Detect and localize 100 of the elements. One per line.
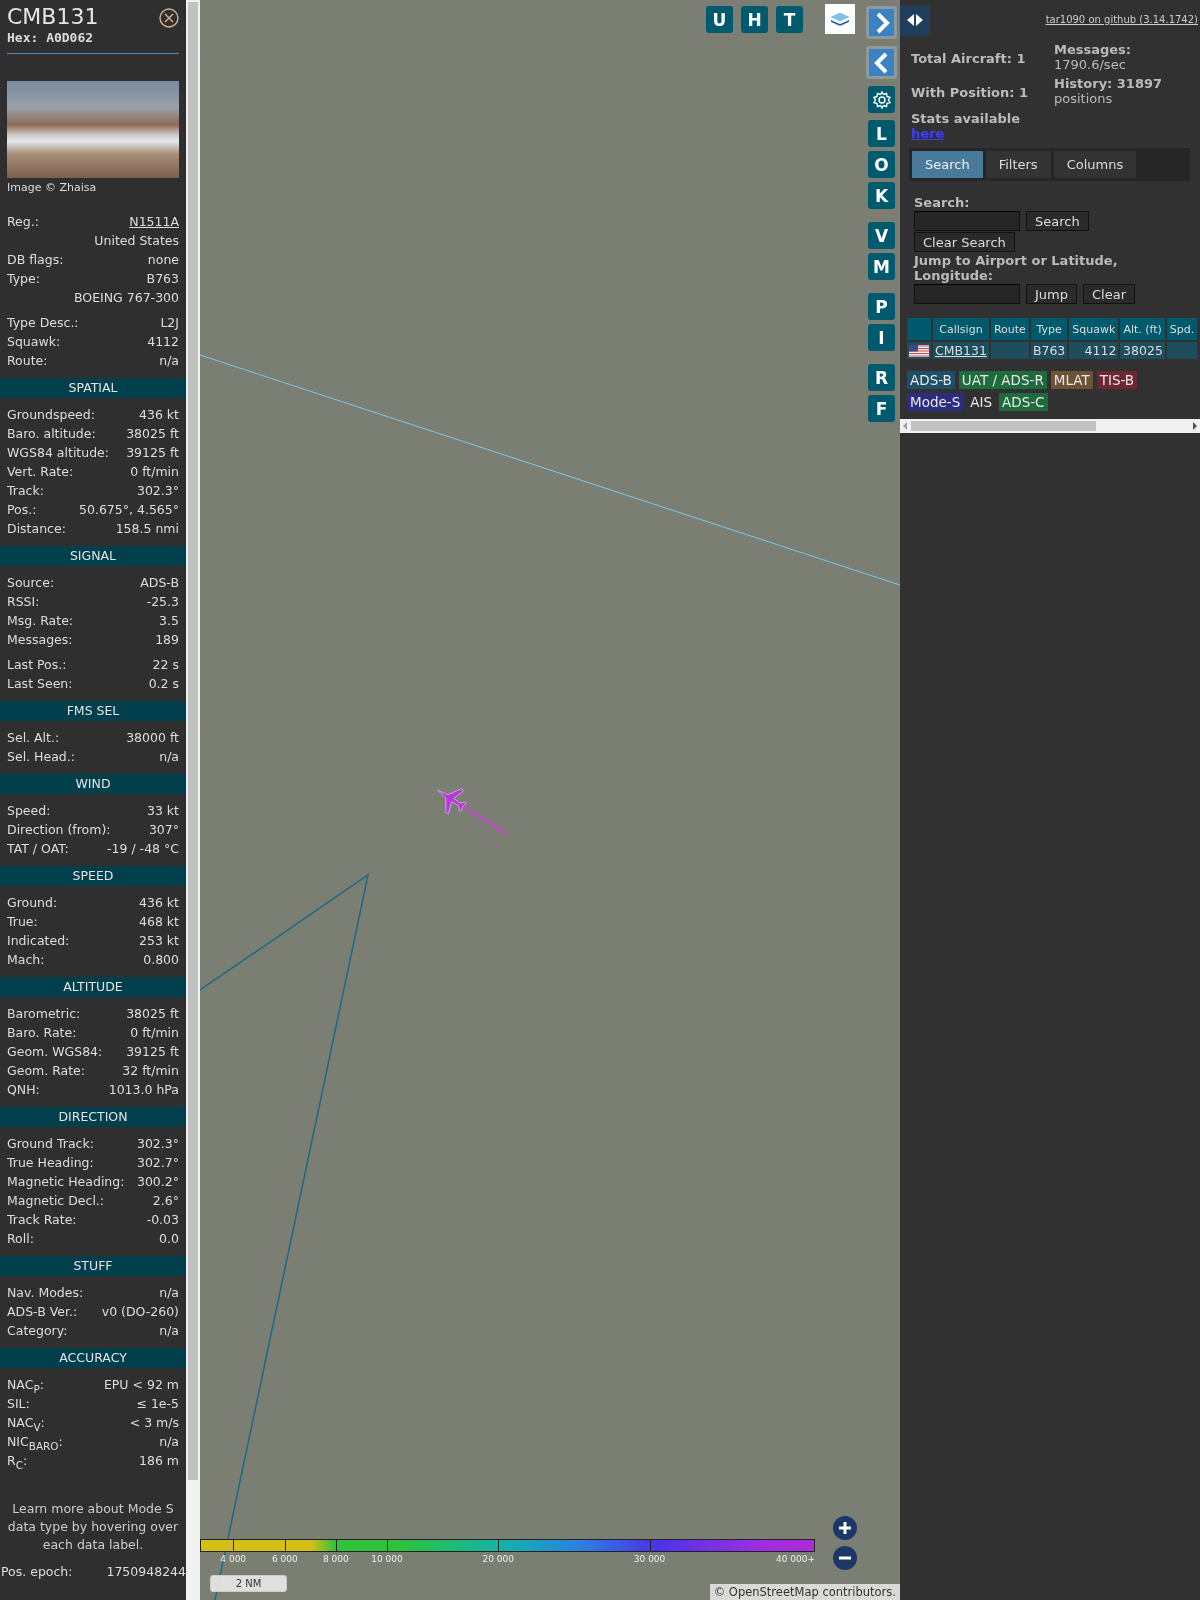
map-toggle-button[interactable]: F bbox=[868, 395, 895, 422]
field-label: NAC$_{P}$: bbox=[7, 1376, 44, 1394]
field-label: Type Desc.: bbox=[7, 314, 79, 332]
field-value: -19 / -48 °C bbox=[107, 840, 179, 858]
field-value: 32 ft/min bbox=[122, 1062, 179, 1080]
table-cell: B763 bbox=[1030, 342, 1068, 359]
field-value: 4112 bbox=[147, 333, 179, 351]
close-button[interactable] bbox=[159, 8, 179, 28]
jump-field[interactable] bbox=[914, 284, 1020, 304]
hide-panel-button[interactable] bbox=[866, 46, 897, 79]
settings-button[interactable] bbox=[868, 86, 895, 113]
field-label: Reg.: bbox=[7, 213, 39, 231]
map-toggle-button[interactable]: U bbox=[706, 6, 733, 33]
field-value: 0 ft/min bbox=[130, 1024, 179, 1042]
field-label: Magnetic Heading: bbox=[7, 1173, 125, 1191]
map-toggle-button[interactable]: V bbox=[868, 222, 895, 249]
field-label: Groundspeed: bbox=[7, 406, 95, 424]
field-label: Geom. WGS84: bbox=[7, 1043, 103, 1061]
field-value: -25.3 bbox=[146, 593, 179, 611]
tab[interactable]: Filters bbox=[985, 151, 1051, 178]
scale-bar: 2 NM bbox=[210, 1575, 287, 1592]
field-value: 0.2 s bbox=[148, 675, 179, 693]
field-label: Last Pos.: bbox=[7, 656, 67, 674]
search-button[interactable]: Search bbox=[1026, 211, 1089, 231]
column-header[interactable]: Squawk bbox=[1069, 318, 1119, 340]
field-value: 158.5 nmi bbox=[115, 520, 179, 538]
scrollbar[interactable] bbox=[900, 419, 1200, 433]
field-value: 0 ft/min bbox=[130, 463, 179, 481]
show-panel-button[interactable] bbox=[866, 6, 897, 39]
field-label: Mach: bbox=[7, 951, 45, 969]
field-value: 38000 ft bbox=[126, 729, 179, 747]
field-label: Ground: bbox=[7, 894, 58, 912]
field-value: n/a bbox=[159, 748, 179, 766]
tab[interactable]: Columns bbox=[1053, 151, 1137, 178]
field-label: NIC$_{BARO}$: bbox=[7, 1433, 63, 1451]
source-legend: TIS-B bbox=[1096, 371, 1138, 389]
field-label: Last Seen: bbox=[7, 675, 73, 693]
scrollbar[interactable] bbox=[186, 0, 200, 1600]
field-label: Roll: bbox=[7, 1230, 34, 1248]
toggle-layout-button[interactable] bbox=[900, 6, 930, 36]
field-label: Direction (from): bbox=[7, 821, 111, 839]
map-toggle-button[interactable]: I bbox=[868, 324, 895, 351]
column-header bbox=[907, 318, 931, 340]
field-value: 253 kt bbox=[139, 932, 179, 950]
map-toggle-button[interactable]: L bbox=[868, 120, 895, 147]
altitude-label: 6 000 bbox=[272, 1554, 298, 1564]
field-label: True: bbox=[7, 913, 38, 931]
section-header: SPATIAL bbox=[0, 378, 186, 398]
altitude-label: 20 000 bbox=[482, 1554, 514, 1564]
total-aircraft: Total Aircraft: 1 bbox=[911, 51, 1027, 66]
field-label: Sel. Head.: bbox=[7, 748, 75, 766]
map-toggle-button[interactable]: P bbox=[868, 293, 895, 320]
jump-label: Jump to Airport or Latitude, Longitude: bbox=[914, 253, 1119, 283]
field-label: Ground Track: bbox=[7, 1135, 94, 1153]
map-toggle-button[interactable]: M bbox=[868, 253, 895, 280]
field-label: QNH: bbox=[7, 1081, 40, 1099]
search-field[interactable] bbox=[914, 211, 1020, 231]
clear-search-button[interactable]: Clear Search bbox=[914, 232, 1015, 252]
field-value: B763 bbox=[146, 270, 179, 288]
tab[interactable]: Search bbox=[912, 151, 983, 178]
callsign-title: CMB131 bbox=[7, 4, 99, 30]
callsign-link[interactable]: CMB131 bbox=[935, 343, 987, 358]
plus-icon bbox=[837, 1520, 853, 1536]
clear-button[interactable]: Clear bbox=[1083, 284, 1135, 304]
field-label: Pos.: bbox=[7, 501, 37, 519]
altitude-label: 40 000+ bbox=[775, 1554, 815, 1564]
field-value: 300.2° bbox=[136, 1173, 179, 1191]
field-label: WGS84 altitude: bbox=[7, 444, 110, 462]
section-header: STUFF bbox=[0, 1256, 186, 1276]
map-attribution: © OpenStreetMap contributors. bbox=[709, 1584, 900, 1600]
field-label: Magnetic Decl.: bbox=[7, 1192, 105, 1210]
map-toggle-button[interactable]: T bbox=[776, 6, 803, 33]
map-toggle-button[interactable]: K bbox=[868, 182, 895, 209]
field-value: 302.3° bbox=[136, 482, 179, 500]
map-toggle-button[interactable]: H bbox=[741, 6, 768, 33]
altitude-label: 30 000 bbox=[633, 1554, 666, 1564]
field-label: Indicated: bbox=[7, 932, 70, 950]
map-toggle-button[interactable]: R bbox=[868, 364, 895, 391]
close-icon bbox=[159, 8, 179, 28]
column-header[interactable]: Alt. (ft) bbox=[1120, 318, 1165, 340]
field-label: SIL: bbox=[7, 1395, 30, 1413]
table-cell bbox=[1166, 342, 1198, 359]
altitude-label: 10 000 bbox=[371, 1554, 403, 1564]
field-label: Pos. epoch: bbox=[1, 1563, 73, 1581]
map-toggle-button[interactable]: O bbox=[868, 151, 895, 178]
github-link[interactable]: tar1090 on github (3.14.1742) bbox=[1045, 14, 1198, 25]
section-header: ACCURACY bbox=[0, 1348, 186, 1368]
column-header[interactable]: Type bbox=[1030, 318, 1068, 340]
column-header[interactable]: Route bbox=[990, 318, 1029, 340]
layers-button[interactable] bbox=[825, 4, 855, 34]
field-value: United States bbox=[94, 232, 179, 250]
jump-button[interactable]: Jump bbox=[1026, 284, 1077, 304]
column-header[interactable]: Callsign bbox=[933, 318, 989, 340]
field-value: 468 kt bbox=[139, 913, 179, 931]
field-value: v0 (DO-260) bbox=[101, 1303, 179, 1321]
registration-link[interactable]: N1511A bbox=[129, 212, 179, 231]
aircraft-icon[interactable] bbox=[437, 788, 467, 815]
field-value: 50.675°, 4.565° bbox=[79, 501, 179, 519]
column-header[interactable]: Spd. bbox=[1166, 318, 1198, 340]
field-label: R$_{C}$: bbox=[7, 1452, 28, 1470]
